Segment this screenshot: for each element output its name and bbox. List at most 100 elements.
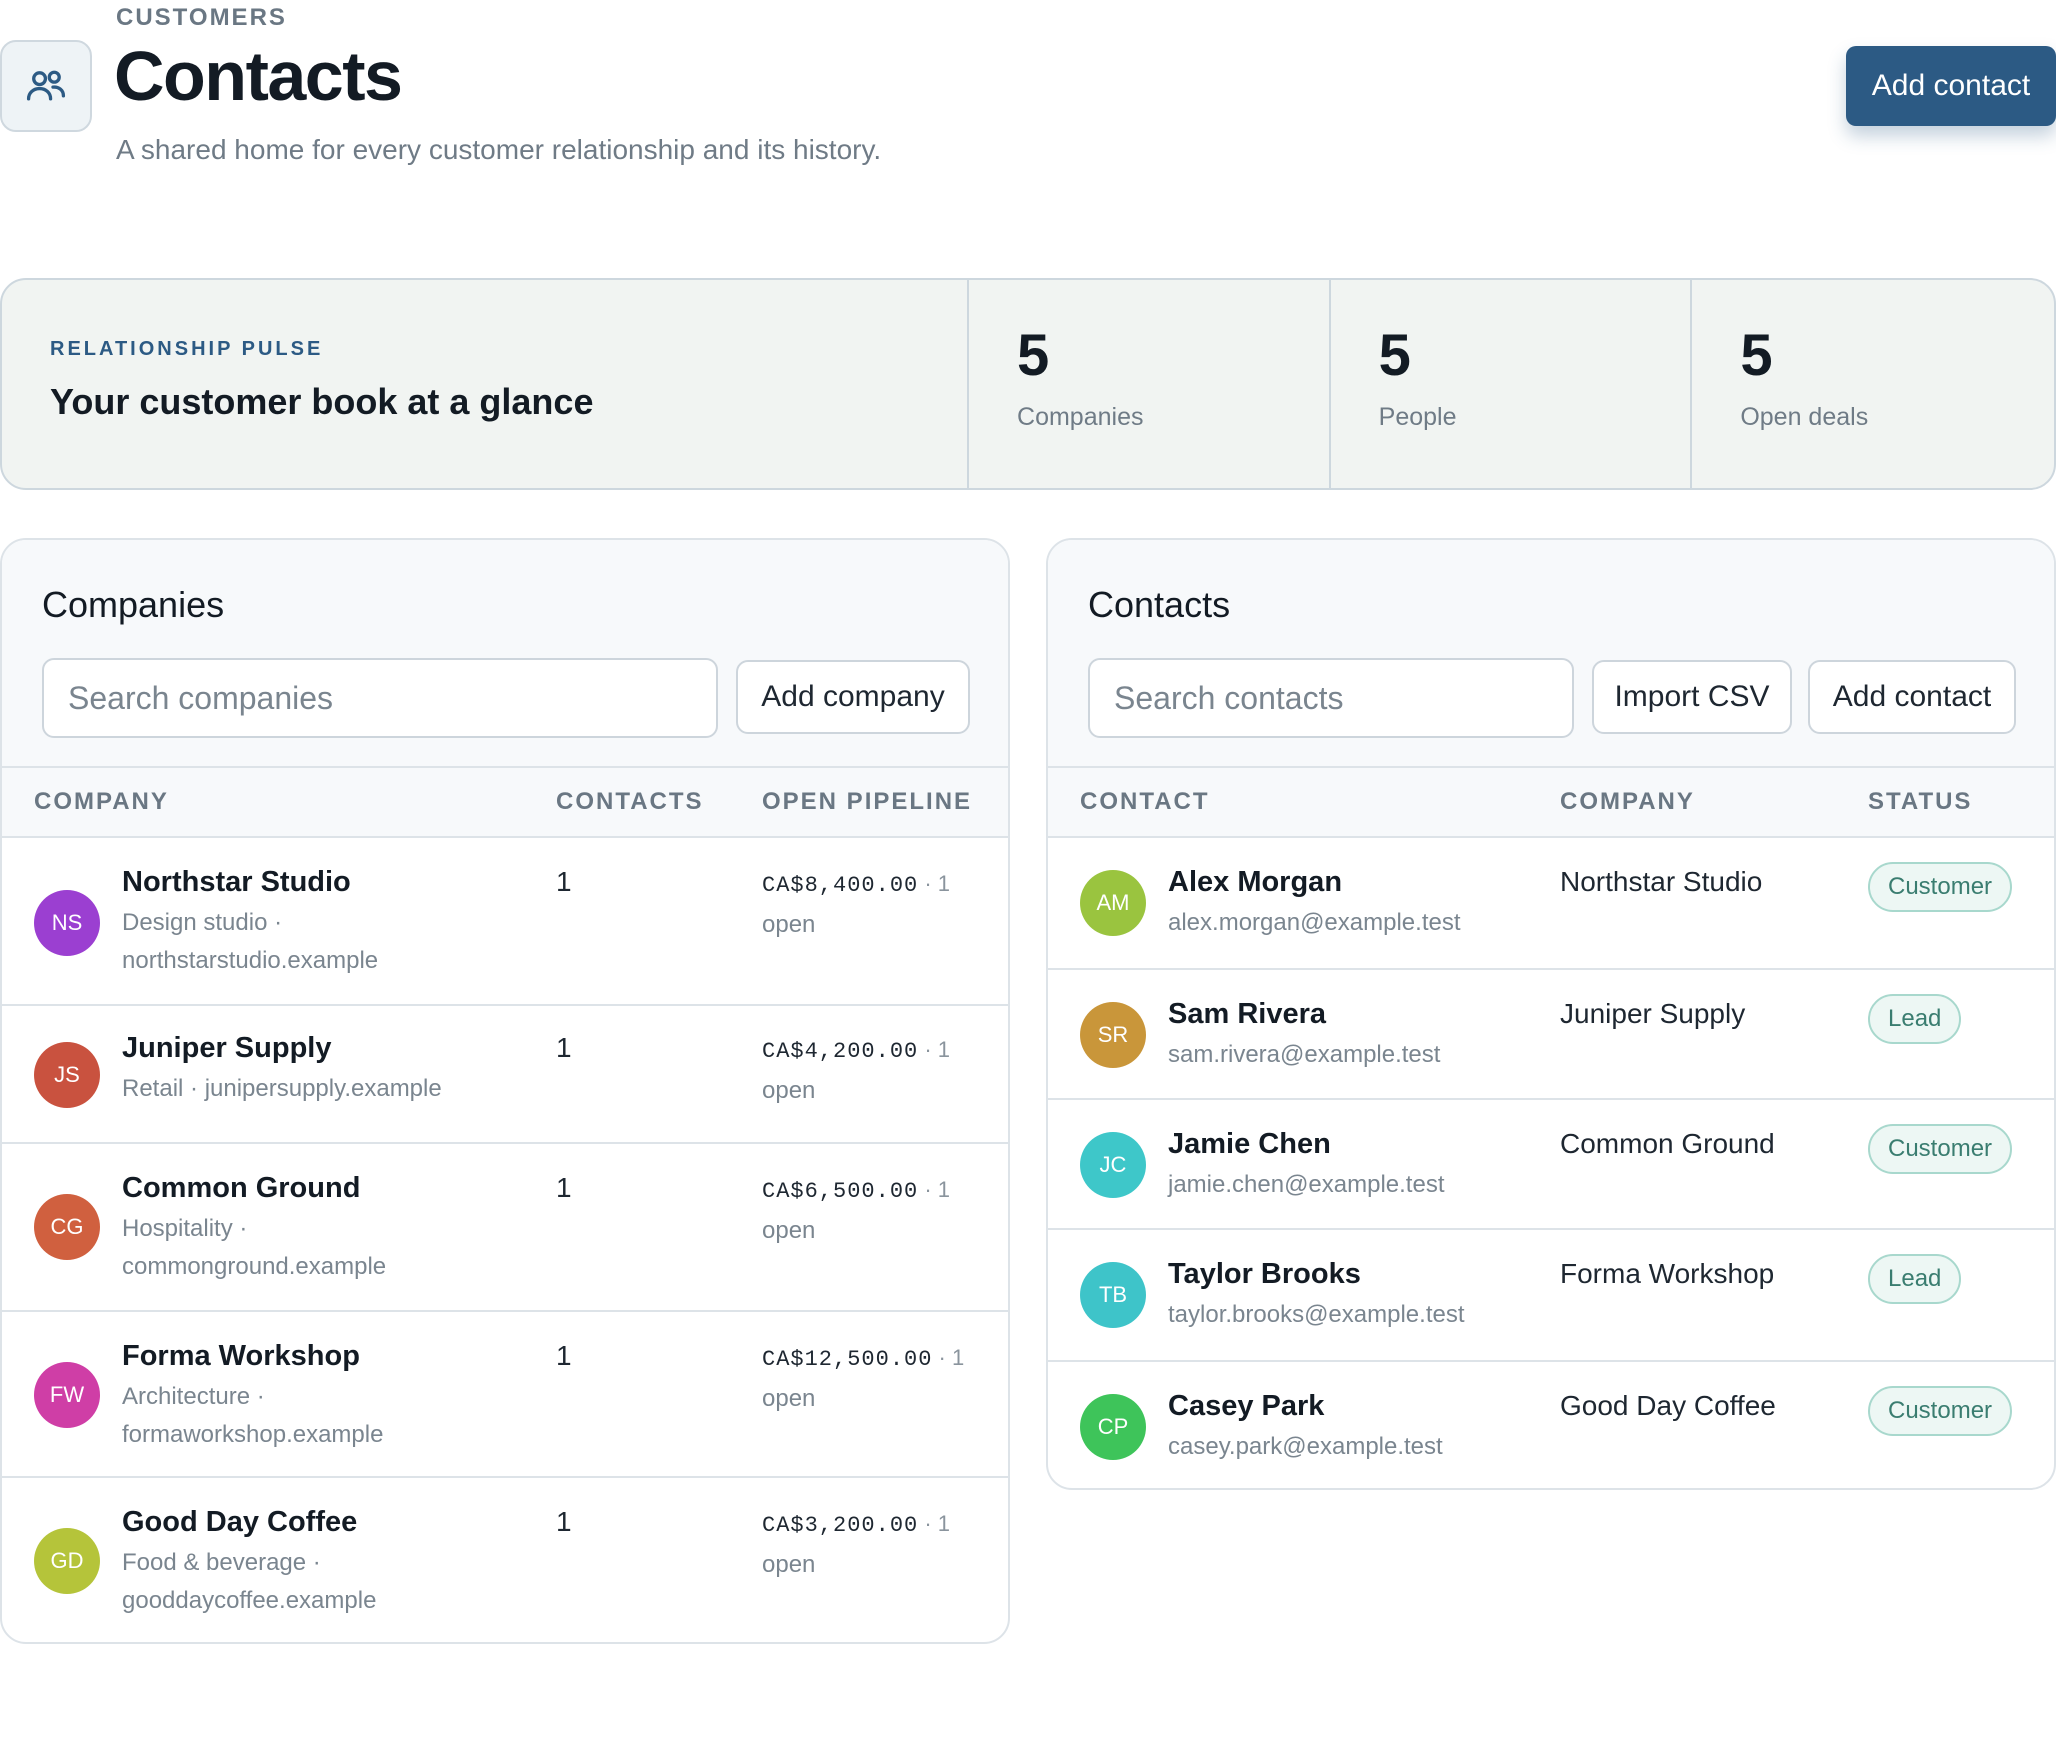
company-name[interactable]: Northstar Studio	[122, 866, 351, 899]
company-row[interactable]: FW Forma Workshop Architecture · formawo…	[2, 1312, 1008, 1478]
contacts-count: 1	[556, 1506, 572, 1537]
companies-panel-title: Companies	[42, 584, 225, 625]
contacts-panel-header: Contacts Import CSV Add contact	[1048, 540, 2054, 768]
contact-row[interactable]: JC Jamie Chen jamie.chen@example.test Co…	[1048, 1100, 2054, 1230]
pulse-intro: RELATIONSHIP PULSE Your customer book at…	[2, 280, 970, 488]
avatar: NS	[34, 890, 100, 956]
contact-name[interactable]: Casey Park	[1168, 1390, 1324, 1423]
contact-company: Common Ground	[1560, 1128, 1775, 1159]
add-contact-panel-button[interactable]: Add contact	[1808, 660, 2016, 734]
relationship-pulse: RELATIONSHIP PULSE Your customer book at…	[0, 278, 2056, 490]
contact-email: sam.rivera@example.test	[1168, 1041, 1441, 1068]
companies-table-header: COMPANY CONTACTS OPEN PIPELINE	[2, 768, 1008, 838]
page-eyebrow: CUSTOMERS	[116, 4, 287, 31]
pipeline-amount: CA$3,200.00 · 1	[762, 1502, 950, 1548]
contact-company: Good Day Coffee	[1560, 1390, 1776, 1421]
contacts-panel-title: Contacts	[1088, 584, 1231, 625]
people-icon	[0, 40, 92, 132]
deal-count: · 1	[918, 1511, 951, 1536]
column-header-open-pipeline: OPEN PIPELINE	[762, 788, 973, 815]
pipeline-amount: CA$6,500.00 · 1	[762, 1168, 950, 1214]
column-header-company: COMPANY	[34, 788, 169, 815]
avatar: FW	[34, 1362, 100, 1428]
pipeline-value: CA$3,200.00	[762, 1513, 919, 1538]
pipeline-open-label: open	[762, 1551, 816, 1578]
status-badge: Customer	[1868, 862, 2013, 912]
pipeline-value: CA$6,500.00	[762, 1179, 919, 1204]
company-domain: gooddaycoffee.example	[122, 1587, 377, 1614]
column-header-status: STATUS	[1868, 788, 1973, 815]
status-badge: Lead	[1868, 994, 1962, 1044]
contact-email: taylor.brooks@example.test	[1168, 1301, 1465, 1328]
stat-value: 5	[1017, 323, 1050, 388]
contact-row[interactable]: SR Sam Rivera sam.rivera@example.test Ju…	[1048, 970, 2054, 1100]
stat-value: 5	[1378, 323, 1411, 388]
avatar: JS	[34, 1042, 100, 1108]
pipeline-amount: CA$12,500.00 · 1	[762, 1336, 964, 1382]
contacts-panel: Contacts Import CSV Add contact CONTACT …	[1046, 538, 2056, 1490]
pipeline-value: CA$12,500.00	[762, 1347, 933, 1372]
column-header-contacts: CONTACTS	[556, 788, 704, 815]
contact-email: casey.park@example.test	[1168, 1433, 1443, 1460]
pulse-title: Your customer book at a glance	[50, 381, 594, 422]
avatar: CG	[34, 1194, 100, 1260]
page-subtitle: A shared home for every customer relatio…	[116, 134, 882, 165]
avatar: CP	[1080, 1394, 1146, 1460]
pipeline-open-label: open	[762, 1077, 816, 1104]
contacts-count: 1	[556, 1172, 572, 1203]
add-company-button[interactable]: Add company	[736, 660, 970, 734]
contact-company: Northstar Studio	[1560, 866, 1763, 897]
company-meta: Design studio ·	[122, 909, 283, 936]
contact-name[interactable]: Alex Morgan	[1168, 866, 1342, 899]
status-badge: Lead	[1868, 1254, 1962, 1304]
pipeline-open-label: open	[762, 911, 816, 938]
companies-panel: Companies Add company COMPANY CONTACTS O…	[0, 538, 1010, 1644]
deal-count: · 1	[918, 1177, 951, 1202]
contact-email: jamie.chen@example.test	[1168, 1171, 1445, 1198]
stat-people: 5 People	[1331, 280, 1693, 488]
company-row[interactable]: CG Common Ground Hospitality · commongro…	[2, 1144, 1008, 1312]
contact-name[interactable]: Jamie Chen	[1168, 1128, 1331, 1161]
avatar: AM	[1080, 870, 1146, 936]
company-name[interactable]: Good Day Coffee	[122, 1506, 357, 1539]
search-companies-input[interactable]	[42, 658, 718, 738]
contact-row[interactable]: CP Casey Park casey.park@example.test Go…	[1048, 1362, 2054, 1488]
add-contact-button[interactable]: Add contact	[1846, 46, 2056, 126]
stat-value: 5	[1740, 323, 1773, 388]
company-row[interactable]: JS Juniper Supply Retail · junipersupply…	[2, 1006, 1008, 1144]
column-header-company: COMPANY	[1560, 788, 1695, 815]
company-name[interactable]: Juniper Supply	[122, 1032, 331, 1065]
company-row[interactable]: GD Good Day Coffee Food & beverage · goo…	[2, 1478, 1008, 1642]
stat-label: Open deals	[1740, 403, 1869, 431]
contact-row[interactable]: TB Taylor Brooks taylor.brooks@example.t…	[1048, 1230, 2054, 1362]
companies-panel-header: Companies Add company	[2, 540, 1008, 768]
company-domain: northstarstudio.example	[122, 947, 379, 974]
stat-label: Companies	[1017, 403, 1144, 431]
avatar: JC	[1080, 1132, 1146, 1198]
avatar: TB	[1080, 1262, 1146, 1328]
avatar: SR	[1080, 1002, 1146, 1068]
company-name[interactable]: Forma Workshop	[122, 1340, 360, 1373]
status-badge: Customer	[1868, 1124, 2013, 1174]
page-header: CUSTOMERS Contacts A shared home for eve…	[0, 0, 2056, 200]
contact-name[interactable]: Sam Rivera	[1168, 998, 1326, 1031]
search-contacts-input[interactable]	[1088, 658, 1574, 738]
company-meta: Food & beverage ·	[122, 1549, 321, 1576]
company-name[interactable]: Common Ground	[122, 1172, 360, 1205]
page-title: Contacts	[114, 37, 403, 115]
contacts-count: 1	[556, 1032, 572, 1063]
contacts-count: 1	[556, 1340, 572, 1371]
pipeline-value: CA$8,400.00	[762, 873, 919, 898]
company-row[interactable]: NS Northstar Studio Design studio · nort…	[2, 838, 1008, 1006]
contact-row[interactable]: AM Alex Morgan alex.morgan@example.test …	[1048, 838, 2054, 970]
contact-name[interactable]: Taylor Brooks	[1168, 1258, 1361, 1291]
stat-open-deals: 5 Open deals	[1692, 280, 2054, 488]
import-csv-button[interactable]: Import CSV	[1592, 660, 1792, 734]
contact-company: Forma Workshop	[1560, 1258, 1775, 1289]
stat-label: People	[1378, 403, 1457, 431]
status-badge: Customer	[1868, 1386, 2013, 1436]
deal-count: · 1	[932, 1345, 965, 1370]
company-meta: Retail · junipersupply.example	[122, 1075, 442, 1102]
stat-companies: 5 Companies	[969, 280, 1331, 488]
pipeline-open-label: open	[762, 1385, 816, 1412]
